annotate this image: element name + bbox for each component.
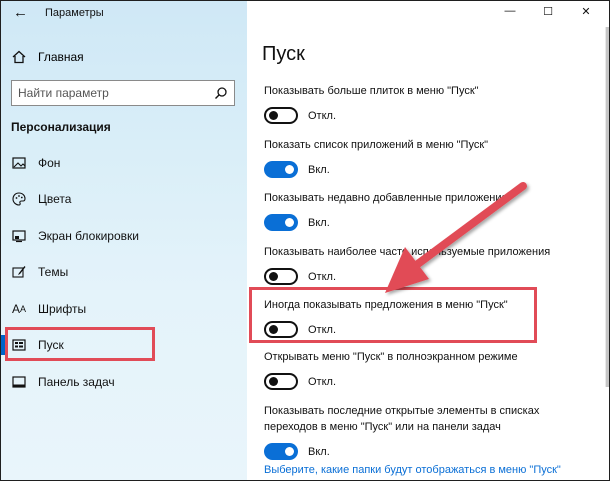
setting-label: Показать список приложений в меню "Пуск" (264, 139, 489, 151)
setting-label: Показывать недавно добавленные приложени… (264, 192, 508, 204)
sidebar-item-lock-screen[interactable]: Экран блокировки (11, 224, 139, 248)
toggle-state: Откл. (308, 323, 337, 336)
scrollbar[interactable] (605, 27, 609, 387)
toggle-switch[interactable] (264, 443, 298, 460)
toggle-switch[interactable] (264, 214, 298, 231)
setting-label: Показывать наиболее часто используемые п… (264, 246, 551, 258)
sidebar-item-themes[interactable]: Темы (11, 260, 68, 284)
toggle-state: Откл. (308, 270, 337, 283)
sidebar-item-label: Цвета (38, 192, 72, 206)
setting-label: Открывать меню "Пуск" в полноэкранном ре… (264, 351, 518, 363)
main-panel: — ☐ ✕ Пуск Показывать больше плиток в ме… (247, 1, 609, 480)
search-icon[interactable] (214, 86, 228, 100)
sidebar-item-label: Фон (38, 156, 61, 170)
sidebar-item-background[interactable]: Фон (11, 151, 60, 175)
setting-recent-items: Показывать последние открытые элементы в… (264, 403, 539, 460)
search-input[interactable]: Найти параметр (11, 80, 235, 106)
start-highlight-box (5, 327, 155, 361)
window-controls: — ☐ ✕ (503, 5, 593, 18)
scroll-thumb[interactable] (606, 27, 609, 387)
setting-label: Иногда показывать предложения в меню "Пу… (264, 299, 508, 311)
search-placeholder: Найти параметр (18, 86, 109, 100)
setting-fullscreen: Открывать меню "Пуск" в полноэкранном ре… (264, 349, 518, 390)
setting-recently-added: Показывать недавно добавленные приложени… (264, 190, 508, 231)
sidebar-item-colors[interactable]: Цвета (11, 187, 71, 211)
home-icon (11, 49, 27, 65)
setting-more-tiles: Показывать больше плиток в меню "Пуск" О… (264, 83, 479, 124)
page-title: Пуск (262, 43, 305, 65)
setting-suggestions: Иногда показывать предложения в меню "Пу… (264, 297, 508, 338)
toggle-state: Вкл. (308, 216, 330, 229)
sidebar-item-label: Панель задач (38, 375, 115, 389)
font-icon: AA (11, 302, 27, 316)
toggle-state: Вкл. (308, 163, 330, 176)
minimize-icon[interactable]: — (503, 5, 517, 18)
sidebar: ← Параметры Главная Найти параметр Персо… (1, 1, 247, 480)
sidebar-item-taskbar[interactable]: Панель задач (11, 370, 115, 394)
toggle-switch[interactable] (264, 373, 298, 390)
back-arrow-icon[interactable]: ← (13, 4, 28, 21)
toggle-switch[interactable] (264, 161, 298, 178)
setting-label-line2: переходов в меню "Пуск" или на панели за… (264, 421, 501, 433)
brush-icon (11, 264, 27, 280)
toggle-switch[interactable] (264, 107, 298, 124)
setting-label-line1: Показывать последние открытые элементы в… (264, 405, 540, 417)
toggle-state: Откл. (308, 375, 337, 388)
close-icon[interactable]: ✕ (579, 5, 593, 18)
toggle-switch[interactable] (264, 321, 298, 338)
palette-icon (11, 191, 27, 207)
setting-label: Показывать больше плиток в меню "Пуск" (264, 85, 479, 97)
sidebar-item-label: Шрифты (38, 302, 87, 316)
settings-window: ← Параметры Главная Найти параметр Персо… (0, 0, 610, 481)
toggle-switch[interactable] (264, 268, 298, 285)
sidebar-item-label: Экран блокировки (38, 229, 139, 243)
section-title: Персонализация (11, 120, 111, 134)
toggle-state: Вкл. (308, 445, 330, 458)
setting-most-used: Показывать наиболее часто используемые п… (264, 244, 550, 285)
setting-app-list: Показать список приложений в меню "Пуск"… (264, 137, 488, 178)
taskbar-icon (11, 374, 27, 390)
sidebar-item-home[interactable]: Главная (11, 45, 84, 69)
toggle-state: Откл. (308, 109, 337, 122)
title-bar: ← Параметры (1, 1, 247, 27)
sidebar-item-label: Главная (38, 50, 84, 64)
lock-screen-icon (11, 228, 27, 244)
image-icon (11, 155, 27, 171)
choose-folders-link[interactable]: Выберите, какие папки будут отображаться… (264, 464, 561, 476)
maximize-icon[interactable]: ☐ (541, 5, 555, 18)
sidebar-item-fonts[interactable]: AA Шрифты (11, 297, 86, 321)
sidebar-item-label: Темы (38, 265, 69, 279)
window-title: Параметры (45, 7, 104, 19)
